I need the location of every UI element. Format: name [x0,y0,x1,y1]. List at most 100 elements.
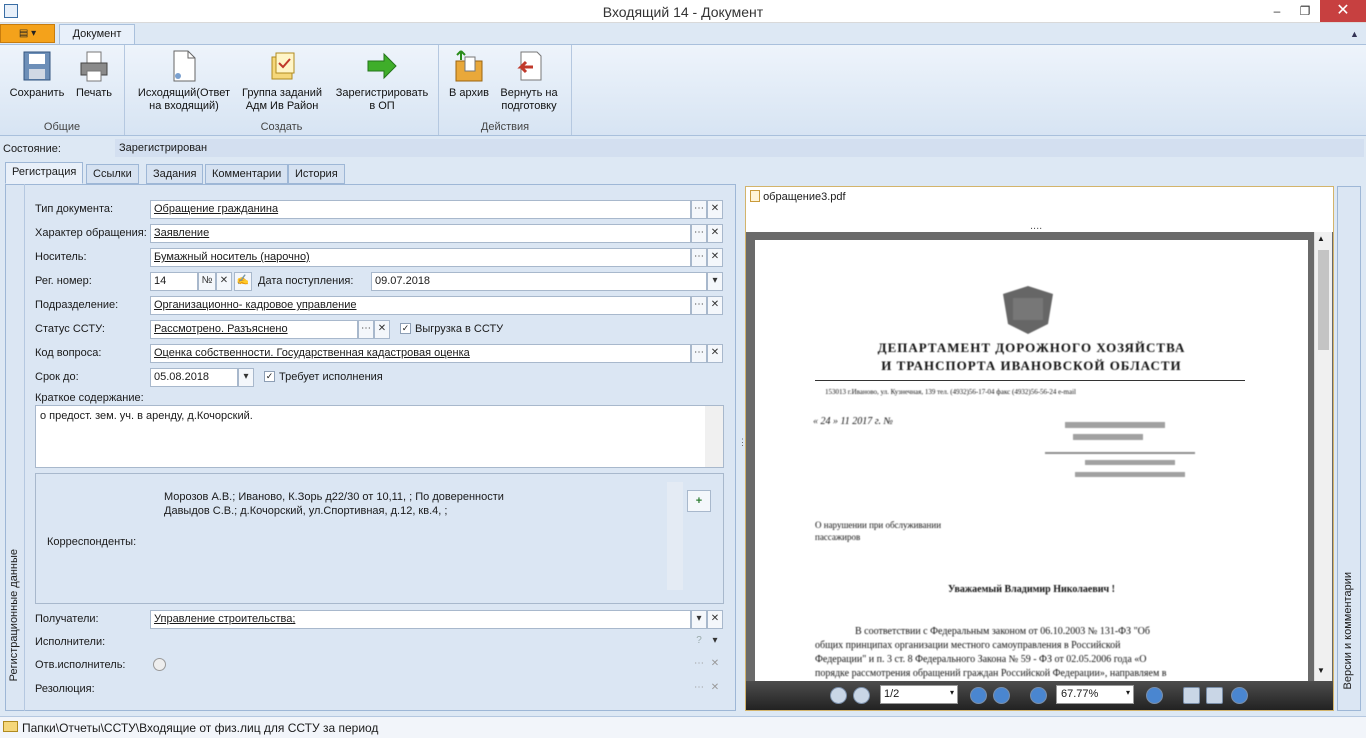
received-date-dropdown-icon[interactable]: ▾ [707,272,723,291]
return-button[interactable]: Вернуть на подготовку [495,49,563,113]
requires-execution-checkbox[interactable]: ✓ [264,371,275,382]
correspondents-scrollbar[interactable] [667,482,683,590]
next-page-icon[interactable] [970,687,987,704]
carrier-field[interactable]: Бумажный носитель (нарочно) [150,248,691,267]
executors-label: Исполнители: [35,636,106,648]
task-group-button[interactable]: Группа заданий Адм Ив Район [238,49,326,113]
last-page-icon[interactable] [993,687,1010,704]
fit-page-icon[interactable] [1183,687,1200,704]
sign-icon[interactable]: ✍ [234,272,252,291]
doc-type-field[interactable]: Обращение гражданина [150,200,691,219]
sstu-upload-label: Выгрузка в ССТУ [415,323,504,335]
ribbon-tab-document[interactable]: Документ [59,24,135,45]
question-code-browse-button[interactable]: ⋯ [691,344,707,363]
zoom-input[interactable]: 67.77% ▾ [1056,685,1134,704]
responsible-executor-label: Отв.исполнитель: [35,659,126,671]
side-tab-versions-comments[interactable]: Версии и комментарии [1337,186,1361,711]
zoom-out-icon[interactable] [1146,687,1163,704]
resolution-browse-button[interactable]: ⋯ [691,680,707,699]
page-input[interactable]: 1/2 ▾ [880,685,958,704]
reg-number-field[interactable]: 14 [150,272,198,291]
summary-textarea[interactable]: о предост. зем. уч. в аренду, д.Кочорски… [35,405,724,468]
sstu-status-browse-button[interactable]: ⋯ [358,320,374,339]
due-date-dropdown-icon[interactable]: ▾ [238,368,254,387]
archive-icon [453,49,485,83]
archive-button[interactable]: В архив [445,49,493,100]
appeal-kind-field[interactable]: Заявление [150,224,691,243]
minimize-button[interactable]: – [1262,0,1292,22]
pdf-address: 153013 г.Иваново, ул. Кузнечная, 139 тел… [825,388,1076,396]
coat-of-arms-image [993,284,1063,336]
first-page-icon[interactable] [830,687,847,704]
save-label: Сохранить [9,87,65,99]
responsible-executor-radio[interactable] [153,658,166,671]
appeal-kind-browse-button[interactable]: ⋯ [691,224,707,243]
close-button[interactable]: ✕ [1320,0,1366,22]
recipients-clear-button[interactable]: ✕ [707,610,723,629]
department-browse-button[interactable]: ⋯ [691,296,707,315]
carrier-browse-button[interactable]: ⋯ [691,248,707,267]
scroll-up-icon[interactable]: ▲ [1317,234,1325,243]
department-label: Подразделение: [35,299,119,311]
due-date-field[interactable]: 05.08.2018 [150,368,238,387]
tab-history[interactable]: История [288,164,345,184]
scroll-thumb[interactable] [1318,250,1329,350]
number-sign-button[interactable]: № [198,272,216,291]
pdf-scrollbar[interactable]: ▲ ▼ [1314,232,1332,681]
task-group-label-2: Адм Ив Район [245,100,319,112]
ribbon-group-create: Исходящий(Ответ на входящий) Группа зада… [125,45,439,135]
print-button[interactable]: Печать [70,49,118,100]
question-code-clear-button[interactable]: ✕ [707,344,723,363]
executors-help-icon[interactable]: ? [691,633,707,652]
pdf-paragraph-line: порядке рассмотрения обращений граждан Р… [815,668,1167,679]
ribbon-collapse-icon[interactable]: ▲ [1350,29,1359,39]
appeal-kind-clear-button[interactable]: ✕ [707,224,723,243]
side-tab-label: Регистрационные данные [8,549,20,682]
app-menu-button[interactable]: ▤ ▾ [0,24,55,43]
pdf-file-tab[interactable]: обращение3.pdf [750,190,846,203]
scroll-down-icon[interactable]: ▼ [1317,666,1325,675]
resolution-clear-button[interactable]: ✕ [707,680,723,699]
sstu-status-field[interactable]: Рассмотрено. Разъяснено [150,320,358,339]
correspondent-item[interactable]: Морозов А.В.; Иваново, К.Зорь д22/30 от … [164,491,504,503]
outgoing-reply-button[interactable]: Исходящий(Ответ на входящий) [133,49,235,113]
executors-dropdown-icon[interactable]: ▾ [707,633,723,652]
sstu-upload-checkbox[interactable]: ✓ [400,323,411,334]
rotate-icon[interactable] [1231,687,1248,704]
side-tab-registration-data[interactable]: Регистрационные данные [5,184,25,711]
pdf-splitter-dots[interactable]: .... [1030,220,1042,232]
sstu-status-clear-button[interactable]: ✕ [374,320,390,339]
maximize-button[interactable]: ❐ [1290,0,1320,22]
zoom-in-icon[interactable] [1030,687,1047,704]
prev-page-icon[interactable] [853,687,870,704]
tab-links[interactable]: Ссылки [86,164,139,184]
zoom-dropdown-icon[interactable]: ▾ [1126,688,1130,697]
resp-executor-clear-button[interactable]: ✕ [707,656,723,675]
recipients-dropdown-icon[interactable]: ▾ [691,610,707,629]
tab-comments[interactable]: Комментарии [205,164,289,184]
recipients-field[interactable]: Управление строительства; [150,610,691,629]
save-button[interactable]: Сохранить [8,49,66,100]
pdf-rule [815,380,1245,381]
ribbon-group-actions: В архив Вернуть на подготовку Действия [439,45,572,135]
received-date-field[interactable]: 09.07.2018 [371,272,707,291]
tab-tasks[interactable]: Задания [146,164,204,184]
department-field[interactable]: Организационно- кадровое управление [150,296,691,315]
group-label-actions: Действия [480,121,530,133]
tab-registration[interactable]: Регистрация [5,162,84,184]
register-op-button[interactable]: Зарегистрировать в ОП [330,49,434,113]
reg-number-clear-button[interactable]: ✕ [216,272,232,291]
summary-scrollbar[interactable] [705,406,723,467]
page-dropdown-icon[interactable]: ▾ [950,688,954,697]
resp-executor-browse-button[interactable]: ⋯ [691,656,707,675]
doc-type-clear-button[interactable]: ✕ [707,200,723,219]
correspondent-item[interactable]: Давыдов С.В.; д.Кочорский, ул.Спортивная… [164,505,447,517]
department-clear-button[interactable]: ✕ [707,296,723,315]
doc-type-browse-button[interactable]: ⋯ [691,200,707,219]
add-correspondent-icon[interactable]: + [687,490,711,512]
folder-path[interactable]: Папки\Отчеты\ССТУ\Входящие от физ.лиц дл… [22,721,378,735]
splitter-handle[interactable]: ⋮ [738,438,747,456]
carrier-clear-button[interactable]: ✕ [707,248,723,267]
fit-width-icon[interactable] [1206,687,1223,704]
question-code-field[interactable]: Оценка собственности. Государственная ка… [150,344,691,363]
